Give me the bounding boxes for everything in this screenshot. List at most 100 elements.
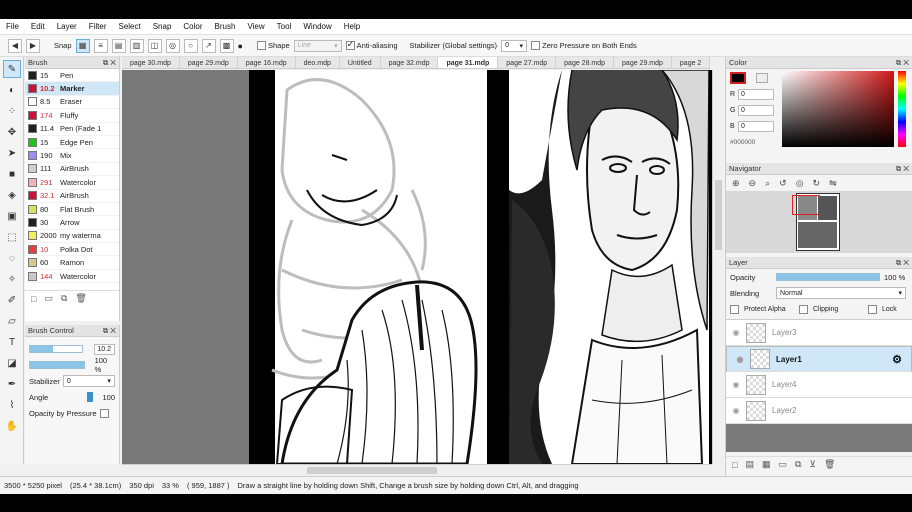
vertical-scrollbar[interactable] [712,70,723,464]
canvas-area[interactable] [122,70,712,464]
brush-item[interactable]: 111 AirBrush [25,163,119,177]
brush-tool-icon[interactable]: ✎ [3,60,21,78]
fill-rect-icon[interactable]: ■ [3,165,21,183]
zoom-fit-icon[interactable]: ⌕ [765,178,770,189]
close-icon[interactable]: ✕ [903,164,909,173]
menu-item-filter[interactable]: Filter [89,22,107,31]
menu-item-layer[interactable]: Layer [57,22,77,31]
brush-item[interactable]: 30 Arrow [25,216,119,230]
snap-curve-icon[interactable]: ↗ [201,38,216,53]
rotate-right-icon[interactable]: ↻ [813,178,821,189]
new-brush-icon[interactable]: □ [31,294,36,304]
secondary-color-swatch[interactable] [756,73,768,83]
move-tool-icon[interactable]: ✥ [3,123,21,141]
menu-item-tool[interactable]: Tool [277,22,292,31]
snap-circle-icon[interactable]: ○ [183,38,198,53]
close-icon[interactable]: ✕ [903,258,909,267]
shape-select[interactable]: Line ▾ [293,39,342,52]
horizontal-scrollbar[interactable] [122,464,712,476]
lock-checkbox[interactable] [868,304,877,314]
menu-item-color[interactable]: Color [183,22,202,31]
r-value[interactable]: 0 [738,89,774,100]
clipping-checkbox[interactable] [799,304,808,314]
undo-icon[interactable]: ◀ [8,38,22,53]
layer-row[interactable]: ◉ Layer2 [726,398,912,424]
protect-alpha-checkbox[interactable] [730,304,739,314]
b-value[interactable]: 0 [738,121,774,132]
float-icon[interactable]: ⧉ [896,164,901,173]
snap-settings-icon[interactable]: ▩ [219,38,234,53]
delete-layer-icon[interactable]: 🗑 [824,459,835,470]
float-icon[interactable]: ⧉ [896,58,901,67]
menu-item-select[interactable]: Select [118,22,140,31]
brush-item[interactable]: 10 Polka Dot [25,243,119,257]
document-tab[interactable]: page 2 [672,57,710,68]
select-arrow-icon[interactable]: ➤ [3,144,21,162]
document-tab[interactable]: page 29.mdp [180,57,238,68]
brush-item[interactable]: 15 Edge Pen [25,136,119,150]
hand-icon[interactable]: ✋ [3,417,21,435]
document-tab[interactable]: page 30.mdp [122,57,180,68]
brush-size-slider[interactable] [29,345,83,353]
brush-stabilizer-select[interactable]: 0 ▾ [62,375,115,387]
brush-item[interactable]: 11.4 Pen (Fade 1 [25,123,119,136]
new-folder-icon[interactable]: ▭ [778,459,787,470]
zoom-out-icon[interactable]: ⊖ [749,178,757,189]
snap-off-icon[interactable]: ▦ [75,38,90,53]
layer-opacity-slider[interactable] [776,273,880,281]
artwork-canvas[interactable] [122,70,712,464]
select-rect-icon[interactable]: ⬚ [3,228,21,246]
menu-item-edit[interactable]: Edit [31,22,45,31]
eraser-tool-icon[interactable]: ◐ [3,81,21,99]
brush-item[interactable]: 8.5 Eraser [25,96,119,110]
copy-brush-icon[interactable]: ⧉ [61,293,67,304]
rotate-left-icon[interactable]: ↺ [779,178,787,189]
brush-item[interactable]: 174 Fluffy [25,109,119,123]
gradient-icon[interactable]: ▣ [3,207,21,225]
current-color-swatch[interactable] [730,72,746,84]
merge-down-icon[interactable]: ⊻ [809,459,816,470]
hue-slider[interactable] [898,71,906,147]
snap-radial-icon[interactable]: ◎ [165,38,180,53]
brush-item[interactable]: 32.1 AirBrush [25,190,119,203]
brush-size-value[interactable]: 10.2 [94,343,115,355]
layer-row[interactable]: ◉ Layer1 ⚙ [726,346,912,372]
layer-settings-icon[interactable]: ⚙ [892,353,902,366]
zoom-in-icon[interactable]: ⊕ [732,178,740,189]
text-icon[interactable]: T [3,333,21,351]
close-icon[interactable]: ✕ [110,58,116,67]
brush-item[interactable]: 144 Watercolor [25,270,119,284]
float-icon[interactable]: ⧉ [103,326,108,335]
bucket-icon[interactable]: ◈ [3,186,21,204]
stabilizer-select[interactable]: 0 ▾ [501,39,528,52]
saturation-value-picker[interactable] [782,71,894,147]
menu-item-snap[interactable]: Snap [153,22,172,31]
brush-item[interactable]: 10.2 Marker [25,82,119,96]
brush-opacity-slider[interactable] [29,361,85,369]
rotate-reset-icon[interactable]: ◎ [796,178,804,189]
antialias-checkbox[interactable]: Anti-aliasing [345,39,398,51]
blending-select[interactable]: Normal ▾ [776,287,906,299]
navigator-preview[interactable] [726,191,912,253]
lasso-icon[interactable]: ◌ [3,249,21,267]
float-icon[interactable]: ⧉ [103,58,108,67]
brush-folder-icon[interactable]: ▭ [44,293,53,304]
visibility-icon[interactable]: ◉ [726,406,746,415]
snap-grid-icon[interactable]: ▤ [111,38,126,53]
document-tab[interactable]: page 27.mdp [498,57,557,68]
brush-item[interactable]: 80 Flat Brush [25,203,119,217]
document-tab[interactable]: page 32.mdp [381,57,439,68]
layer-row[interactable]: ◉ Layer3 [726,320,912,346]
dot-tool-icon[interactable]: ⁘ [3,102,21,120]
pen-icon[interactable]: ✒ [3,375,21,393]
document-tab[interactable]: page 28.mdp [556,57,615,68]
g-value[interactable]: 0 [738,105,774,116]
menu-item-file[interactable]: File [6,22,19,31]
new-halftone-layer-icon[interactable]: ▤ [745,459,754,470]
opacity-by-pressure-checkbox[interactable] [99,408,109,418]
document-tab[interactable]: Untitled [340,57,381,68]
close-icon[interactable]: ✕ [903,58,909,67]
shape-checkbox[interactable]: Shape [256,41,290,51]
flip-icon[interactable]: ⇋ [829,178,837,189]
magic-wand-icon[interactable]: ✧ [3,270,21,288]
